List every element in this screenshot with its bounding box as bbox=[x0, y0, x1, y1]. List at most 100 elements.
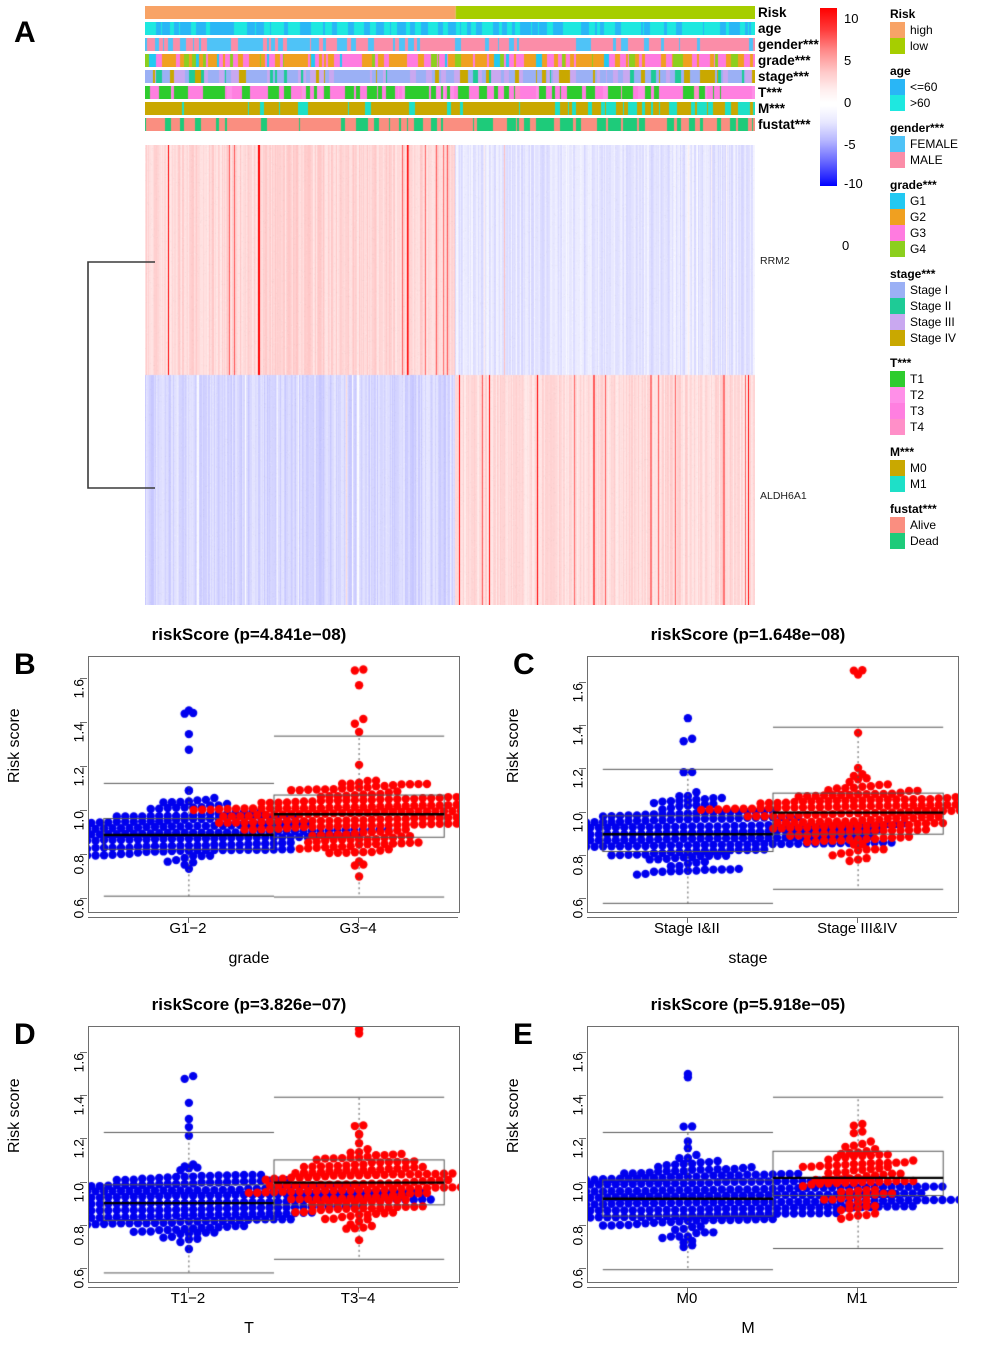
y-tick-label-wrap: 1.6 bbox=[543, 675, 585, 702]
annotation-track-stage bbox=[145, 70, 755, 83]
y-tick-label: 1.6 bbox=[569, 1052, 585, 1073]
legend-swatch-icon bbox=[890, 282, 905, 298]
legend-item-label: >60 bbox=[910, 96, 931, 110]
panel-a-letter: A bbox=[14, 16, 36, 49]
y-tick-label: 0.8 bbox=[569, 855, 585, 876]
y-tick-label-wrap: 1.4 bbox=[44, 715, 86, 742]
legend-group-risk: Risk high low bbox=[890, 8, 997, 54]
legend-item-label: M1 bbox=[910, 477, 927, 491]
legend-item: G4 bbox=[890, 241, 997, 257]
heatmap-colorbar: 10 5 0 -5 -10 bbox=[820, 8, 880, 190]
annotation-track-Risk bbox=[145, 6, 755, 19]
legend-title: Risk bbox=[890, 7, 916, 21]
legend-swatch-icon bbox=[890, 136, 905, 152]
legend-item-label: Alive bbox=[910, 518, 937, 532]
panel-d-beeswarm: DriskScore (p=3.826e−07) Risk score T 0.6 0.… bbox=[0, 990, 498, 1361]
legend-swatch-icon bbox=[890, 460, 905, 476]
chart-title: riskScore (p=3.826e−07) bbox=[151, 995, 347, 1014]
panel-c-letter: C bbox=[513, 648, 535, 681]
stray-zero-label: 0 bbox=[842, 238, 850, 253]
y-tick-label-wrap: 0.8 bbox=[543, 1218, 585, 1245]
x-tick-label: M0 bbox=[676, 1290, 698, 1307]
legend-item-label: T2 bbox=[910, 388, 925, 402]
y-tick-label-wrap: 1.6 bbox=[543, 1045, 585, 1072]
legend-swatch-icon bbox=[890, 403, 905, 419]
y-tick-label: 1.0 bbox=[569, 1182, 585, 1203]
legend-group-age: age <=60 >60 bbox=[890, 65, 997, 111]
y-tick-label-wrap: 1.6 bbox=[44, 671, 86, 698]
x-axis-label: grade bbox=[228, 950, 270, 967]
annotation-track-gender bbox=[145, 38, 755, 51]
x-tick-label: T3−4 bbox=[340, 1290, 376, 1307]
x-tick-label: M1 bbox=[846, 1290, 868, 1307]
legend-item-label: high bbox=[910, 23, 933, 37]
gene-dendrogram bbox=[87, 261, 155, 489]
legend-item: G3 bbox=[890, 225, 997, 241]
legend-item-label: FEMALE bbox=[910, 137, 959, 151]
legend-item: MALE bbox=[890, 152, 997, 168]
legend-item: T2 bbox=[890, 387, 997, 403]
y-axis-label: Risk score bbox=[505, 1078, 522, 1153]
legend-swatch-icon bbox=[890, 241, 905, 257]
legend-item: low bbox=[890, 38, 997, 54]
gene-label-aldh6a1: ALDH6A1 bbox=[760, 490, 807, 502]
y-tick-label-wrap: 1.4 bbox=[44, 1088, 86, 1115]
panel-a-heatmap: A 10 5 0 -5 -10 0 Risk high low age <=60 >60 g… bbox=[0, 0, 997, 615]
legend-item: Stage II bbox=[890, 298, 997, 314]
y-tick-label-wrap: 0.6 bbox=[44, 891, 86, 918]
y-tick-label: 1.4 bbox=[70, 1096, 86, 1116]
legend-item-label: T1 bbox=[910, 372, 925, 386]
legend-swatch-icon bbox=[890, 22, 905, 38]
panel-d-letter: D bbox=[14, 1018, 36, 1051]
y-tick-label: 0.6 bbox=[569, 1269, 585, 1289]
colorbar-tick-neg5: -5 bbox=[844, 137, 856, 152]
x-axis-line bbox=[88, 1287, 458, 1288]
y-tick-label-wrap: 1.0 bbox=[44, 803, 86, 830]
y-tick-label-wrap: 0.6 bbox=[543, 1261, 585, 1288]
y-tick-label: 1.6 bbox=[70, 678, 86, 699]
legend-item-label: Stage II bbox=[910, 299, 952, 313]
legend-title: age bbox=[890, 64, 911, 78]
legend-title: fustat*** bbox=[890, 502, 937, 516]
x-tick-label: G1−2 bbox=[169, 920, 207, 937]
annotation-label-age: age bbox=[758, 21, 782, 36]
x-axis-label: M bbox=[741, 1320, 755, 1337]
y-tick-label: 1.2 bbox=[70, 1139, 86, 1159]
y-tick-label-wrap: 1.2 bbox=[543, 761, 585, 788]
legend-swatch-icon bbox=[890, 330, 905, 346]
chart-title: riskScore (p=1.648e−08) bbox=[650, 625, 846, 644]
legend-item: Stage III bbox=[890, 314, 997, 330]
legend-item-label: Stage III bbox=[910, 315, 955, 329]
legend-item-label: Stage I bbox=[910, 283, 949, 297]
legend-title: M*** bbox=[890, 445, 915, 459]
legend-item-label: G1 bbox=[910, 194, 927, 208]
x-tick-label: G3−4 bbox=[339, 920, 377, 937]
y-tick-label: 0.6 bbox=[70, 898, 86, 919]
legend-item-label: low bbox=[910, 39, 929, 53]
x-axis-line bbox=[88, 917, 458, 918]
legend-swatch-icon bbox=[890, 476, 905, 492]
legend-group-m: M*** M0 M1 bbox=[890, 446, 997, 492]
panel-c-beeswarm: CriskScore (p=1.648e−08) Risk score stage 0… bbox=[499, 620, 997, 991]
legend-swatch-icon bbox=[890, 298, 905, 314]
colorbar-tick-0: 0 bbox=[844, 95, 852, 110]
y-tick-label: 1.2 bbox=[569, 1139, 585, 1159]
y-tick-label: 1.0 bbox=[70, 1182, 86, 1203]
legend-swatch-icon bbox=[890, 225, 905, 241]
legend-item: T1 bbox=[890, 371, 997, 387]
y-tick-label: 1.4 bbox=[70, 722, 86, 743]
legend-item-label: M0 bbox=[910, 461, 927, 475]
y-tick-label: 0.8 bbox=[70, 1225, 86, 1246]
y-tick-label: 1.0 bbox=[569, 812, 585, 833]
legend-swatch-icon bbox=[890, 419, 905, 435]
y-tick-label: 0.6 bbox=[70, 1269, 86, 1289]
annotation-label-T: T*** bbox=[758, 85, 783, 100]
legend-swatch-icon bbox=[890, 533, 905, 549]
legend-swatch-icon bbox=[890, 193, 905, 209]
y-tick-label-wrap: 1.2 bbox=[44, 1131, 86, 1158]
legend-item: T4 bbox=[890, 419, 997, 435]
legend-swatch-icon bbox=[890, 387, 905, 403]
y-tick-label-wrap: 0.6 bbox=[543, 891, 585, 918]
x-axis-line bbox=[587, 1287, 957, 1288]
legend-item-label: G2 bbox=[910, 210, 927, 224]
